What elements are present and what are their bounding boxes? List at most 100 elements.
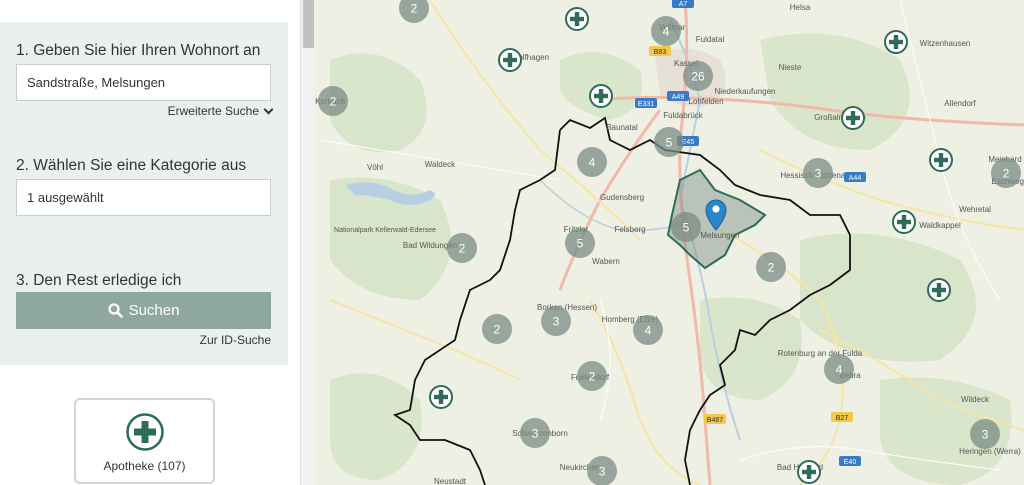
map-place-label: Allendorf bbox=[944, 99, 976, 108]
road-shield: E40 bbox=[839, 456, 861, 466]
svg-text:E40: E40 bbox=[844, 459, 857, 466]
cluster-marker[interactable]: 3 bbox=[587, 456, 617, 485]
map-place-label: Vöhl bbox=[367, 163, 383, 172]
map-place-label: Wildeck bbox=[961, 395, 990, 404]
pharmacy-marker-icon[interactable] bbox=[929, 148, 953, 172]
map-place-label: Gudensberg bbox=[600, 193, 644, 202]
road-shield: A49 bbox=[667, 91, 689, 101]
road-shield: A7 bbox=[672, 0, 694, 8]
pharmacy-cross-icon bbox=[126, 413, 164, 451]
cluster-marker[interactable]: 2 bbox=[991, 158, 1021, 188]
cluster-marker[interactable]: 5 bbox=[671, 212, 701, 242]
map-view[interactable]: Baunatal Kassel Lohfelden Niederkaufungen Fu… bbox=[315, 0, 1024, 485]
cluster-marker[interactable]: 2 bbox=[318, 86, 348, 116]
search-button[interactable]: Suchen bbox=[16, 292, 271, 329]
cluster-marker[interactable]: 4 bbox=[633, 315, 663, 345]
cluster-marker[interactable]: 2 bbox=[447, 233, 477, 263]
cluster-marker[interactable]: 2 bbox=[756, 252, 786, 282]
map-place-label: Felsberg bbox=[614, 225, 645, 234]
cluster-count: 4 bbox=[645, 324, 652, 338]
cluster-count: 2 bbox=[589, 370, 596, 384]
map-place-label: Fuldabrück bbox=[663, 111, 704, 120]
sidebar-scrollbar[interactable] bbox=[300, 0, 315, 485]
step1-label: 1. Geben Sie hier Ihren Wohnort an bbox=[16, 42, 261, 59]
svg-text:A49: A49 bbox=[672, 94, 685, 101]
category-card-label: Apotheke (107) bbox=[103, 459, 186, 473]
pharmacy-marker-icon[interactable] bbox=[927, 278, 951, 302]
cluster-count: 26 bbox=[691, 70, 705, 84]
pharmacy-marker-icon[interactable] bbox=[498, 48, 522, 72]
pharmacy-marker-icon[interactable] bbox=[841, 106, 865, 130]
cluster-marker[interactable]: 5 bbox=[565, 228, 595, 258]
road-shield: A44 bbox=[844, 172, 866, 182]
pharmacy-marker-icon[interactable] bbox=[884, 30, 908, 54]
road-shield: B487 bbox=[704, 414, 726, 424]
cluster-count: 3 bbox=[982, 428, 989, 442]
map-place-label: Witzenhausen bbox=[920, 39, 971, 48]
chevron-down-icon bbox=[263, 104, 274, 114]
map-place-label: Wabern bbox=[592, 257, 620, 266]
advanced-search-label: Erweiterte Suche bbox=[167, 104, 259, 118]
cluster-count: 3 bbox=[815, 167, 822, 181]
cluster-marker[interactable]: 3 bbox=[520, 418, 550, 448]
cluster-marker[interactable]: 26 bbox=[683, 61, 713, 91]
cluster-marker[interactable]: 2 bbox=[482, 314, 512, 344]
cluster-marker[interactable]: 4 bbox=[651, 16, 681, 46]
step2-label: 2. Wählen Sie eine Kategorie aus bbox=[16, 157, 247, 174]
map-place-label: Lohfelden bbox=[688, 97, 723, 106]
search-sidebar: 1. Geben Sie hier Ihren Wohnort an Sands… bbox=[0, 0, 300, 485]
map-place-label: Waldeck bbox=[425, 160, 456, 169]
map-place-label: Helsa bbox=[790, 3, 811, 12]
svg-text:A7: A7 bbox=[679, 1, 688, 8]
cluster-count: 2 bbox=[459, 242, 466, 256]
map-place-label: Rotenburg an der Fulda bbox=[778, 349, 863, 358]
cluster-count: 2 bbox=[330, 95, 337, 109]
map-place-label: Nieste bbox=[779, 63, 802, 72]
road-shield: B83 bbox=[649, 46, 671, 56]
advanced-search-link[interactable]: Erweiterte Suche bbox=[167, 104, 274, 118]
scrollbar-thumb[interactable] bbox=[303, 0, 314, 48]
map-canvas[interactable]: BaunatalKasselLohfeldenNiederkaufungenFu… bbox=[315, 0, 1024, 485]
search-icon bbox=[107, 303, 123, 318]
pharmacy-marker-icon[interactable] bbox=[892, 210, 916, 234]
svg-text:A44: A44 bbox=[849, 175, 862, 182]
cluster-count: 2 bbox=[494, 323, 501, 337]
map-place-label: Fuldatal bbox=[696, 35, 725, 44]
pharmacy-marker-icon[interactable] bbox=[589, 84, 613, 108]
road-shield: B27 bbox=[831, 412, 853, 422]
id-search-link[interactable]: Zur ID-Suche bbox=[200, 333, 271, 347]
cluster-count: 2 bbox=[768, 261, 775, 275]
cluster-marker[interactable]: 3 bbox=[541, 306, 571, 336]
category-card-apotheke[interactable]: Apotheke (107) bbox=[74, 398, 215, 484]
cluster-count: 5 bbox=[666, 136, 673, 150]
location-input[interactable]: Sandstraße, Melsungen bbox=[16, 64, 271, 101]
cluster-count: 4 bbox=[836, 363, 843, 377]
cluster-count: 3 bbox=[599, 465, 606, 479]
map-place-label: Melsungen bbox=[700, 231, 739, 240]
svg-text:B83: B83 bbox=[654, 49, 667, 56]
cluster-marker[interactable]: 5 bbox=[654, 127, 684, 157]
cluster-count: 2 bbox=[411, 2, 418, 16]
pharmacy-marker-icon[interactable] bbox=[429, 385, 453, 409]
svg-text:E331: E331 bbox=[638, 101, 654, 108]
cluster-marker[interactable]: 4 bbox=[824, 354, 854, 384]
category-select[interactable]: 1 ausgewählt bbox=[16, 179, 271, 216]
map-place-label: Wehretal bbox=[959, 205, 991, 214]
cluster-count: 4 bbox=[663, 25, 670, 39]
cluster-marker[interactable]: 4 bbox=[577, 147, 607, 177]
cluster-count: 5 bbox=[577, 237, 584, 251]
map-place-label: Baunatal bbox=[606, 123, 638, 132]
cluster-marker[interactable]: 2 bbox=[577, 361, 607, 391]
cluster-count: 3 bbox=[553, 315, 560, 329]
search-button-label: Suchen bbox=[128, 302, 180, 319]
svg-text:B27: B27 bbox=[836, 415, 849, 422]
svg-text:B487: B487 bbox=[707, 417, 723, 424]
pharmacy-marker-icon[interactable] bbox=[797, 460, 821, 484]
cluster-count: 4 bbox=[589, 156, 596, 170]
road-shield: E331 bbox=[635, 98, 657, 108]
cluster-marker[interactable]: 3 bbox=[803, 158, 833, 188]
map-place-label: Nationalpark Kellerwald-Edersee bbox=[334, 227, 436, 234]
cluster-marker[interactable]: 3 bbox=[970, 419, 1000, 449]
cluster-count: 2 bbox=[1003, 167, 1010, 181]
pharmacy-marker-icon[interactable] bbox=[565, 7, 589, 31]
